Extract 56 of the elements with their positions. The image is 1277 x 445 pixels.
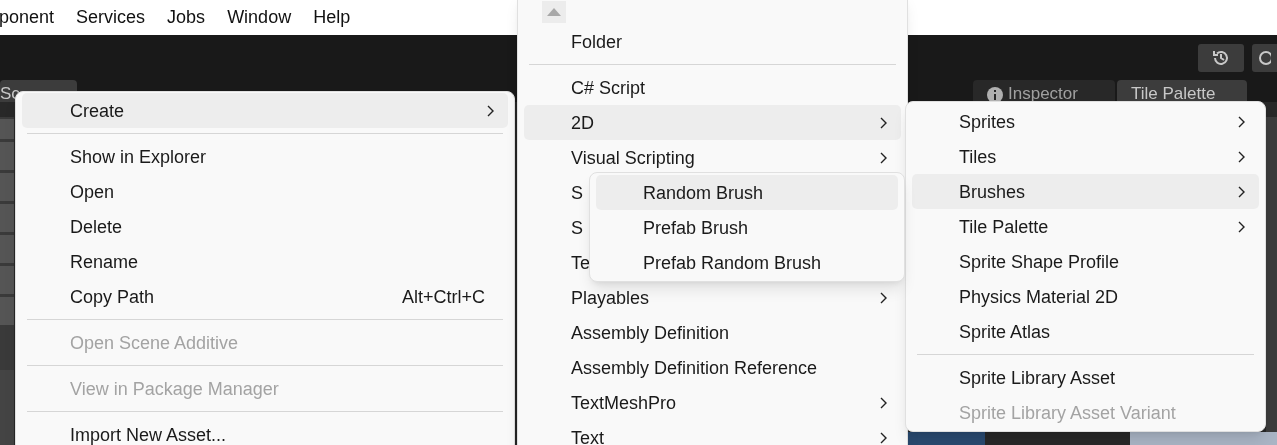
- menu-item[interactable]: Delete: [22, 209, 508, 244]
- tool-button[interactable]: [0, 266, 14, 294]
- menu-item[interactable]: Show in Explorer: [22, 139, 508, 174]
- history-button[interactable]: [1198, 43, 1244, 72]
- tool-button[interactable]: [0, 173, 14, 201]
- chevron-right-icon: [880, 151, 887, 164]
- tool-button[interactable]: [0, 204, 14, 232]
- menu-item[interactable]: Tile Palette: [912, 209, 1259, 244]
- menu-item[interactable]: Import New Asset...: [22, 417, 508, 445]
- menu-item[interactable]: Prefab Brush: [596, 210, 898, 245]
- menu-bar-item[interactable]: Help: [313, 4, 351, 31]
- chevron-right-icon: [1238, 185, 1245, 198]
- menu-item[interactable]: Sprite Library Asset: [912, 360, 1259, 395]
- tool-button[interactable]: [0, 297, 14, 325]
- chevron-right-icon: [880, 116, 887, 129]
- search-button[interactable]: [1252, 43, 1277, 72]
- menu-bar-item[interactable]: ponent: [0, 4, 55, 31]
- menu-bar-item[interactable]: Services: [76, 4, 146, 31]
- chevron-right-icon: [1238, 220, 1245, 233]
- menu-item[interactable]: Playables: [524, 280, 901, 315]
- chevron-right-icon: [1238, 115, 1245, 128]
- menu-bar-item[interactable]: Jobs: [167, 4, 206, 31]
- tool-button[interactable]: [0, 235, 14, 263]
- menu-item[interactable]: Random Brush: [596, 175, 898, 210]
- menu-item[interactable]: Assembly Definition Reference: [524, 350, 901, 385]
- chevron-right-icon: [880, 431, 887, 444]
- menu-item[interactable]: TextMeshPro: [524, 385, 901, 420]
- menu-item[interactable]: Rename: [22, 244, 508, 279]
- triangle-up-icon: [547, 8, 561, 16]
- menu-item[interactable]: Assembly Definition: [524, 315, 901, 350]
- menu-item[interactable]: Sprite Atlas: [912, 314, 1259, 349]
- menu-item[interactable]: Brushes: [912, 174, 1259, 209]
- menu-item[interactable]: Prefab Random Brush: [596, 245, 898, 280]
- tool-button[interactable]: [0, 142, 14, 170]
- menu-item[interactable]: 2D: [524, 105, 901, 140]
- menu-item[interactable]: C# Script: [524, 70, 901, 105]
- menu-item[interactable]: Physics Material 2D: [912, 279, 1259, 314]
- search-icon: [1257, 49, 1271, 66]
- menu-item[interactable]: Tiles: [912, 139, 1259, 174]
- chevron-right-icon: [1238, 150, 1245, 163]
- menu-item[interactable]: Folder: [524, 24, 901, 59]
- menu-item[interactable]: Create: [22, 93, 508, 128]
- chevron-right-icon: [487, 104, 494, 117]
- menu-item[interactable]: Visual Scripting: [524, 140, 901, 175]
- menu-item[interactable]: Sprites: [912, 104, 1259, 139]
- scroll-up-button[interactable]: [542, 1, 566, 23]
- menu-item[interactable]: Text: [524, 420, 901, 445]
- menu-item[interactable]: Sprite Shape Profile: [912, 244, 1259, 279]
- panel-tab[interactable]: Tile Palette: [1117, 80, 1247, 102]
- chevron-right-icon: [880, 291, 887, 304]
- menu-item[interactable]: Open: [22, 174, 508, 209]
- tool-button[interactable]: [0, 119, 14, 139]
- menu-bar-item[interactable]: Window: [227, 4, 292, 31]
- menu-item[interactable]: Copy Path Alt+Ctrl+C: [22, 279, 508, 314]
- chevron-right-icon: [880, 396, 887, 409]
- panel-tab[interactable]: Inspector: [973, 80, 1115, 102]
